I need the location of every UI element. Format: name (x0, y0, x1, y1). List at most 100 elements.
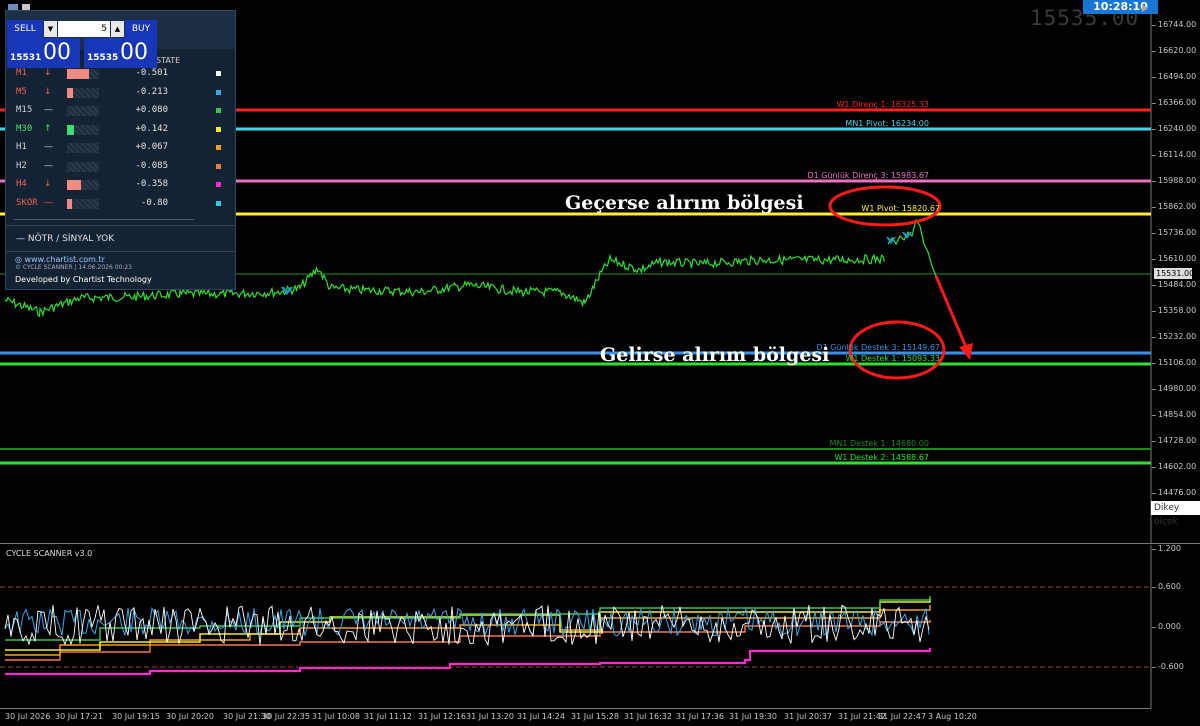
price-axis-label: 16366.00 (1158, 98, 1197, 107)
time-axis-label: 31 Jul 12:16 (418, 712, 466, 721)
price-axis-tick (1152, 441, 1156, 442)
one-click-trading: SELL ▼ ▲ BUY 15531 00 15535 00 (7, 20, 157, 68)
price-axis-tick (1152, 259, 1156, 260)
series-color-dot (216, 108, 221, 113)
buy-price-small: 15535 (87, 53, 119, 63)
cycle-value: -0.501 (135, 68, 168, 78)
timeframe-row: SKOR — -0.80 (6, 195, 235, 213)
timeframe-label: H2 (16, 160, 27, 171)
time-axis-label: 31 Jul 20:37 (784, 712, 832, 721)
time-axis-label: 31 Jul 13:20 (466, 712, 514, 721)
sell-button[interactable]: SELL (7, 20, 43, 38)
price-axis-tick (1152, 389, 1156, 390)
time-axis-label: 31 Jul 14:24 (517, 712, 565, 721)
time-axis-label: 3 Aug 10:20 (928, 712, 977, 721)
lot-increase-button[interactable]: ▲ (111, 21, 124, 37)
strength-bar (67, 87, 99, 98)
price-axis-tick (1152, 77, 1156, 78)
timeframe-row: H4 ↓ -0.358 (6, 176, 235, 194)
price-axis-label: 15610.00 (1158, 254, 1197, 263)
developer-credit: Developed by Chartist Technology (15, 275, 152, 284)
level-label: W1 Direnç 1: 16325.33 (836, 100, 929, 109)
buy-price[interactable]: 15535 00 (84, 38, 157, 68)
time-axis-label: 30 Jul 19:15 (112, 712, 160, 721)
level-label: W1 Pivot: 15820.67 (861, 204, 940, 213)
strength-bar-fill (67, 180, 82, 190)
price-axis-label: 15736.00 (1158, 228, 1197, 237)
series-color-dot (216, 163, 221, 169)
time-axis-label: 31 Jul 15:28 (571, 712, 619, 721)
indicator-subwindow-title: CYCLE SCANNER v3.0 (6, 549, 93, 558)
price-axis-tick (1152, 155, 1156, 156)
lower-zone-note: Gelirse alırım bölgesi (600, 344, 830, 366)
series-color-dot (216, 182, 221, 187)
indicator-axis-tick (1152, 587, 1156, 588)
trend-arrow-icon: — (44, 197, 53, 208)
time-axis-label: 30 Jul 17:21 (55, 712, 103, 721)
strength-bar-fill (67, 69, 90, 79)
time-axis-label: 31 Jul 22:47 (878, 712, 926, 721)
price-axis-label: 16114.00 (1158, 150, 1197, 159)
timeframe-row: M30 ↑ +0.142 (6, 121, 235, 139)
series-color-dot (216, 71, 221, 76)
series-color-dot (216, 200, 221, 206)
trend-arrow-icon: ↓ (44, 68, 52, 78)
trend-arrow-icon: — (44, 160, 53, 171)
price-axis-tick (1152, 415, 1156, 416)
time-axis-label: 30 Jul 20:20 (166, 712, 214, 721)
lot-size-input[interactable] (58, 21, 110, 37)
timeframe-label: H1 (16, 142, 27, 152)
trend-arrow-icon: ↓ (44, 179, 52, 189)
strength-bar (67, 198, 99, 209)
indicator-axis-label: -0.600 (1158, 662, 1184, 671)
strength-bar (67, 69, 99, 79)
price-axis-label: 15484.00 (1158, 280, 1197, 289)
trend-arrow-icon: — (44, 105, 53, 115)
level-label: MN1 Pivot: 16234.00 (845, 119, 929, 128)
sell-price[interactable]: 15531 00 (7, 38, 80, 68)
buy-price-big: 00 (120, 40, 148, 65)
strength-bar (67, 180, 99, 190)
timeframe-label: H4 (16, 179, 27, 189)
price-axis-label: 15106.00 (1158, 358, 1197, 367)
strength-bar (67, 143, 99, 153)
trend-arrow-icon: — (44, 142, 53, 152)
price-axis-label: 14476.00 (1158, 488, 1197, 497)
price-axis-tick (1152, 103, 1156, 104)
sell-price-big: 00 (43, 40, 71, 65)
level-label: D1 Günlük Destek 3: 15149.67 (816, 343, 940, 352)
version-line: © CYCLE SCANNER | 14.06.2026 00:23 (15, 264, 132, 271)
price-axis-tick (1152, 181, 1156, 182)
strength-bar-fill (67, 198, 72, 209)
timeframe-label: SKOR (16, 197, 38, 208)
upper-zone-note: Geçerse alırım bölgesi (565, 192, 804, 214)
price-axis-tick (1152, 51, 1156, 52)
time-axis-label: 31 Jul 17:36 (676, 712, 724, 721)
vertical-scale-tooltip: Dikey ölçek (1151, 501, 1200, 527)
timeframe-row: H1 — +0.067 (6, 139, 235, 157)
price-axis-tick (1152, 467, 1156, 468)
indicator-axis-tick (1152, 549, 1156, 550)
price-axis-label: 16744.00 (1158, 20, 1197, 29)
timeframe-row: H2 — -0.085 (6, 158, 235, 176)
website-link[interactable]: ◎ www.chartist.com.tr (15, 255, 105, 264)
price-axis-label: 16620.00 (1158, 46, 1197, 55)
indicator-axis-tick (1152, 627, 1156, 628)
time-axis-label: 31 Jul 10:08 (312, 712, 360, 721)
price-axis-tick (1152, 363, 1156, 364)
price-axis-tick (1152, 207, 1156, 208)
strength-bar (67, 161, 99, 172)
strength-bar-fill (67, 87, 74, 98)
indicator-axis-label: 1.200 (1158, 544, 1181, 553)
indicator-axis-label: 0.000 (1158, 622, 1181, 631)
lot-decrease-button[interactable]: ▼ (44, 21, 57, 37)
buy-button[interactable]: BUY (125, 20, 157, 38)
chart-nav-arrow-icon[interactable] (1142, 4, 1148, 12)
cycle-value: +0.080 (135, 105, 168, 115)
price-axis-tick (1152, 311, 1156, 312)
price-axis-tick (1152, 337, 1156, 338)
globe-icon: ◎ (15, 255, 25, 264)
sell-price-small: 15531 (10, 53, 42, 63)
time-axis-label: 31 Jul 19:30 (729, 712, 777, 721)
series-color-dot (216, 145, 221, 150)
